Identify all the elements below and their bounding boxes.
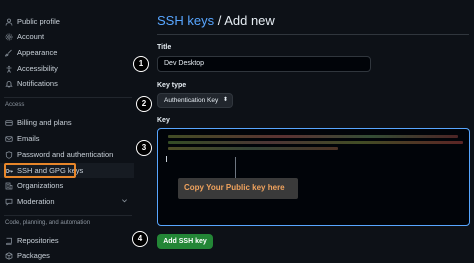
sidebar-item-organizations[interactable]: Organizations — [0, 178, 134, 193]
repo-icon — [5, 237, 13, 245]
title-suffix: / Add new — [214, 13, 275, 28]
section-label-automation: Code, planning, and automation — [5, 220, 91, 226]
active-item-highlight — [4, 163, 76, 178]
page-title: SSH keys / Add new — [157, 13, 275, 28]
redacted-key-line — [168, 135, 458, 138]
sidebar-item-appearance[interactable]: Appearance — [0, 45, 134, 60]
key-type-value: Authentication Key — [164, 97, 219, 104]
sidebar-item-label: Notifications — [17, 79, 58, 88]
paintbrush-icon — [5, 49, 13, 57]
sidebar-item-packages[interactable]: Packages — [0, 248, 134, 263]
title-divider — [157, 34, 469, 35]
sidebar-item-label: Billing and plans — [17, 118, 72, 127]
sidebar-item-emails[interactable]: Emails — [0, 131, 134, 146]
sidebar-item-label: Emails — [17, 134, 40, 143]
tooltip-text: Copy Your Public key here — [184, 183, 285, 192]
ssh-keys-link[interactable]: SSH keys — [157, 13, 214, 28]
key-type-select[interactable]: Authentication Key ⬍ — [157, 93, 233, 108]
shield-lock-icon — [5, 150, 13, 159]
sidebar-divider — [4, 97, 132, 98]
sidebar-item-repositories[interactable]: Repositories — [0, 233, 134, 248]
step-badge-4: 4 — [132, 231, 148, 247]
step-badge-1: 1 — [133, 56, 149, 72]
sidebar-item-notifications[interactable]: Notifications — [0, 76, 134, 91]
key-field-label: Key — [157, 117, 170, 124]
chevron-down-icon: ⬍ — [222, 97, 228, 103]
sidebar-item-label: Account — [17, 32, 45, 41]
sidebar-item-label: Moderation — [17, 197, 55, 206]
redacted-key-line — [168, 147, 338, 150]
section-label-access: Access — [5, 102, 25, 108]
tooltip-pointer — [235, 157, 236, 179]
sidebar-item-label: Repositories — [17, 236, 59, 245]
step-badge-3: 3 — [136, 140, 152, 156]
sidebar-item-label: Appearance — [17, 48, 58, 57]
chevron-down-icon[interactable] — [121, 197, 128, 206]
sidebar-item-password-auth[interactable]: Password and authentication — [0, 147, 134, 162]
accessibility-icon — [5, 65, 13, 73]
copy-key-tooltip: Copy Your Public key here — [178, 178, 298, 199]
sidebar-item-label: Packages — [17, 251, 50, 260]
gear-icon — [5, 33, 13, 41]
package-icon — [5, 251, 13, 260]
report-icon — [5, 198, 13, 206]
key-type-label: Key type — [157, 82, 187, 89]
sidebar-item-account[interactable]: Account — [0, 29, 134, 44]
sidebar-item-label: Organizations — [17, 181, 64, 190]
sidebar-item-label: Accessibility — [17, 64, 58, 73]
organization-icon — [5, 182, 13, 190]
bell-icon — [5, 80, 13, 88]
credit-card-icon — [5, 119, 13, 127]
sidebar-item-billing[interactable]: Billing and plans — [0, 115, 134, 130]
title-input[interactable]: Dev Desktop — [157, 56, 371, 72]
sidebar-item-label: Password and authentication — [17, 150, 114, 159]
person-icon — [5, 18, 13, 26]
sidebar-divider — [4, 215, 132, 216]
sidebar-item-label: Public profile — [17, 17, 60, 26]
step-badge-2: 2 — [136, 96, 152, 112]
title-field-label: Title — [157, 44, 172, 51]
sidebar-item-public-profile[interactable]: Public profile — [0, 14, 134, 29]
mail-icon — [5, 135, 13, 143]
settings-sidebar: Public profile Account Appearance Access… — [0, 0, 140, 262]
sidebar-item-moderation[interactable]: Moderation — [0, 194, 134, 209]
key-textarea[interactable]: Copy Your Public key here — [157, 128, 470, 226]
redacted-key-line — [168, 141, 463, 144]
add-ssh-key-button[interactable]: Add SSH key — [157, 234, 213, 249]
sidebar-item-accessibility[interactable]: Accessibility — [0, 61, 134, 76]
text-cursor — [166, 156, 167, 162]
